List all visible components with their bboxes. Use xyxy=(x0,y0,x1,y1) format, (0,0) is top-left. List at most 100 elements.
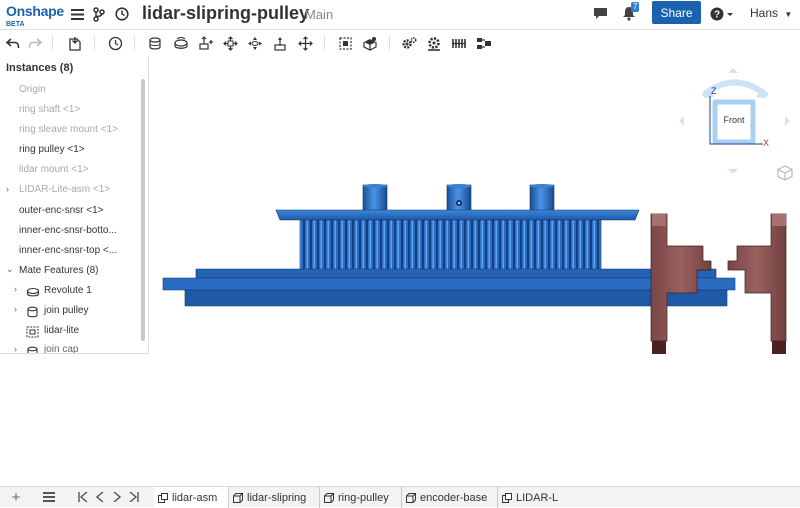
toolbar-divider xyxy=(134,36,135,50)
assembly-toolbar xyxy=(0,30,800,56)
planar-mate-icon[interactable] xyxy=(221,34,239,52)
group-icon[interactable] xyxy=(361,34,379,52)
part-studio-icon xyxy=(406,492,416,503)
chevron-right-icon[interactable]: › xyxy=(14,304,17,314)
instance-item[interactable]: Origin xyxy=(19,84,46,95)
history-clock-icon[interactable] xyxy=(114,6,129,22)
graphics-viewport[interactable]: Front Z X xyxy=(149,56,800,486)
toolbar-divider xyxy=(324,36,325,50)
pulley-teeth[interactable] xyxy=(299,219,602,271)
fastened-mate-icon xyxy=(26,305,39,318)
help-menu[interactable]: ? xyxy=(709,6,735,22)
history-icon[interactable] xyxy=(106,34,124,52)
chevron-right-icon[interactable]: › xyxy=(6,184,9,194)
tab-lidar-asm[interactable]: lidar-asm xyxy=(154,487,229,508)
fastened-mate-icon xyxy=(26,345,39,353)
chevron-right-icon[interactable]: › xyxy=(14,284,17,294)
instance-item[interactable]: ring sleave mount <1> xyxy=(19,124,118,135)
first-tab-icon[interactable] xyxy=(77,490,89,504)
tab-list-icon[interactable] xyxy=(43,490,55,504)
mate-item-label[interactable]: lidar-lite xyxy=(44,325,79,336)
cylindrical-mate-icon[interactable] xyxy=(246,34,264,52)
axis-z-label: Z xyxy=(711,86,717,96)
instance-item[interactable]: inner-enc-snsr-botto... xyxy=(19,225,117,236)
branch-name: Main xyxy=(305,7,334,22)
ring-plate-lower[interactable] xyxy=(184,289,728,307)
last-tab-icon[interactable] xyxy=(128,490,140,504)
assembly-icon xyxy=(502,492,512,503)
ball-mate-icon[interactable] xyxy=(296,34,314,52)
gear-relation-icon[interactable] xyxy=(425,34,443,52)
prev-tab-icon[interactable] xyxy=(94,490,106,504)
comment-icon[interactable] xyxy=(592,6,608,20)
mate-features-header[interactable]: Mate Features (8) xyxy=(19,265,98,276)
instances-title: Instances (8) xyxy=(6,62,74,74)
user-menu[interactable]: Hans ▼ xyxy=(750,6,792,20)
share-button[interactable]: Share xyxy=(652,1,701,24)
tab-label: LIDAR-L xyxy=(516,491,559,504)
branch-icon[interactable] xyxy=(92,6,106,22)
notification-bell-icon[interactable]: 7 xyxy=(619,2,640,22)
tab-label: ring-pulley xyxy=(338,491,389,504)
instance-item[interactable]: ring pulley <1> xyxy=(19,144,85,155)
view-cube-face-label[interactable]: Front xyxy=(717,115,751,125)
mate-item-label[interactable]: join cap xyxy=(44,344,78,353)
revolute-mate-icon xyxy=(26,285,40,297)
revolute-mate-icon[interactable] xyxy=(172,34,190,52)
add-tab-icon[interactable]: + xyxy=(10,489,22,506)
instances-panel: Instances (8) Origin ring shaft <1> ring… xyxy=(0,56,149,354)
tab-encoder-base[interactable]: encoder-base xyxy=(402,487,498,508)
group-icon xyxy=(26,325,39,338)
inner-enc-snsr[interactable] xyxy=(727,213,787,354)
instance-item[interactable]: outer-enc-snsr <1> xyxy=(19,205,104,216)
rack-pinion-icon[interactable] xyxy=(450,34,468,52)
toolbar-divider xyxy=(52,36,53,50)
slider-mate-icon[interactable] xyxy=(197,34,215,52)
tab-label: lidar-asm xyxy=(172,491,218,504)
chevron-down-icon: ▼ xyxy=(784,10,793,19)
top-bar: Onshape BETA lidar-slipring-pulley Main … xyxy=(0,0,800,30)
user-name: Hans xyxy=(750,6,779,20)
undo-icon[interactable] xyxy=(4,34,22,52)
insert-part-icon[interactable] xyxy=(66,34,84,52)
part-studio-icon xyxy=(233,492,243,503)
redo-icon[interactable] xyxy=(26,34,44,52)
fastened-mate-icon[interactable] xyxy=(146,34,164,52)
menu-icon[interactable] xyxy=(70,7,84,21)
assembly-icon xyxy=(158,492,168,503)
pulley-top-flange[interactable] xyxy=(275,209,640,221)
tab-label: lidar-slipring xyxy=(247,491,307,504)
chevron-right-icon[interactable]: › xyxy=(14,344,17,353)
mate-item-label[interactable]: Revolute 1 xyxy=(44,285,92,296)
instance-item[interactable]: LIDAR-Lite-asm <1> xyxy=(19,184,110,195)
settings-icon[interactable] xyxy=(400,34,418,52)
toolbar-divider xyxy=(94,36,95,50)
instance-item[interactable]: ring shaft <1> xyxy=(19,104,80,115)
onshape-logo[interactable]: Onshape BETA xyxy=(6,4,64,28)
logo-beta: BETA xyxy=(6,21,25,28)
tab-lidar-slipring[interactable]: lidar-slipring xyxy=(229,487,320,508)
tab-lidar-lite[interactable]: LIDAR-L xyxy=(498,487,560,508)
notification-badge: 7 xyxy=(631,2,640,12)
tab-label: encoder-base xyxy=(420,491,488,504)
part-studio-icon xyxy=(324,492,334,503)
chevron-down-icon[interactable]: ⌄ xyxy=(6,264,14,275)
logo-text: Onshape xyxy=(6,3,64,19)
pin-slot-mate-icon[interactable] xyxy=(271,34,289,52)
view-cube[interactable]: Front Z X xyxy=(677,66,792,176)
panel-scrollbar[interactable] xyxy=(141,79,145,341)
instance-item[interactable]: inner-enc-snsr-top <... xyxy=(19,245,117,256)
next-tab-icon[interactable] xyxy=(111,490,123,504)
axis-x-label: X xyxy=(763,138,770,148)
tab-ring-pulley[interactable]: ring-pulley xyxy=(320,487,402,508)
instance-item[interactable]: lidar mount <1> xyxy=(19,164,89,175)
mate-connector-icon[interactable] xyxy=(336,34,354,52)
svg-text:?: ? xyxy=(714,10,720,21)
document-title[interactable]: lidar-slipring-pulley xyxy=(142,3,309,24)
pulley-pegs[interactable] xyxy=(362,184,555,212)
ring-plate-upper[interactable] xyxy=(195,268,717,279)
cube-toggle-icon[interactable] xyxy=(776,164,794,182)
ring-plate-middle[interactable] xyxy=(162,277,736,291)
linear-pattern-icon[interactable] xyxy=(475,34,493,52)
mate-item-label[interactable]: join pulley xyxy=(44,305,88,316)
